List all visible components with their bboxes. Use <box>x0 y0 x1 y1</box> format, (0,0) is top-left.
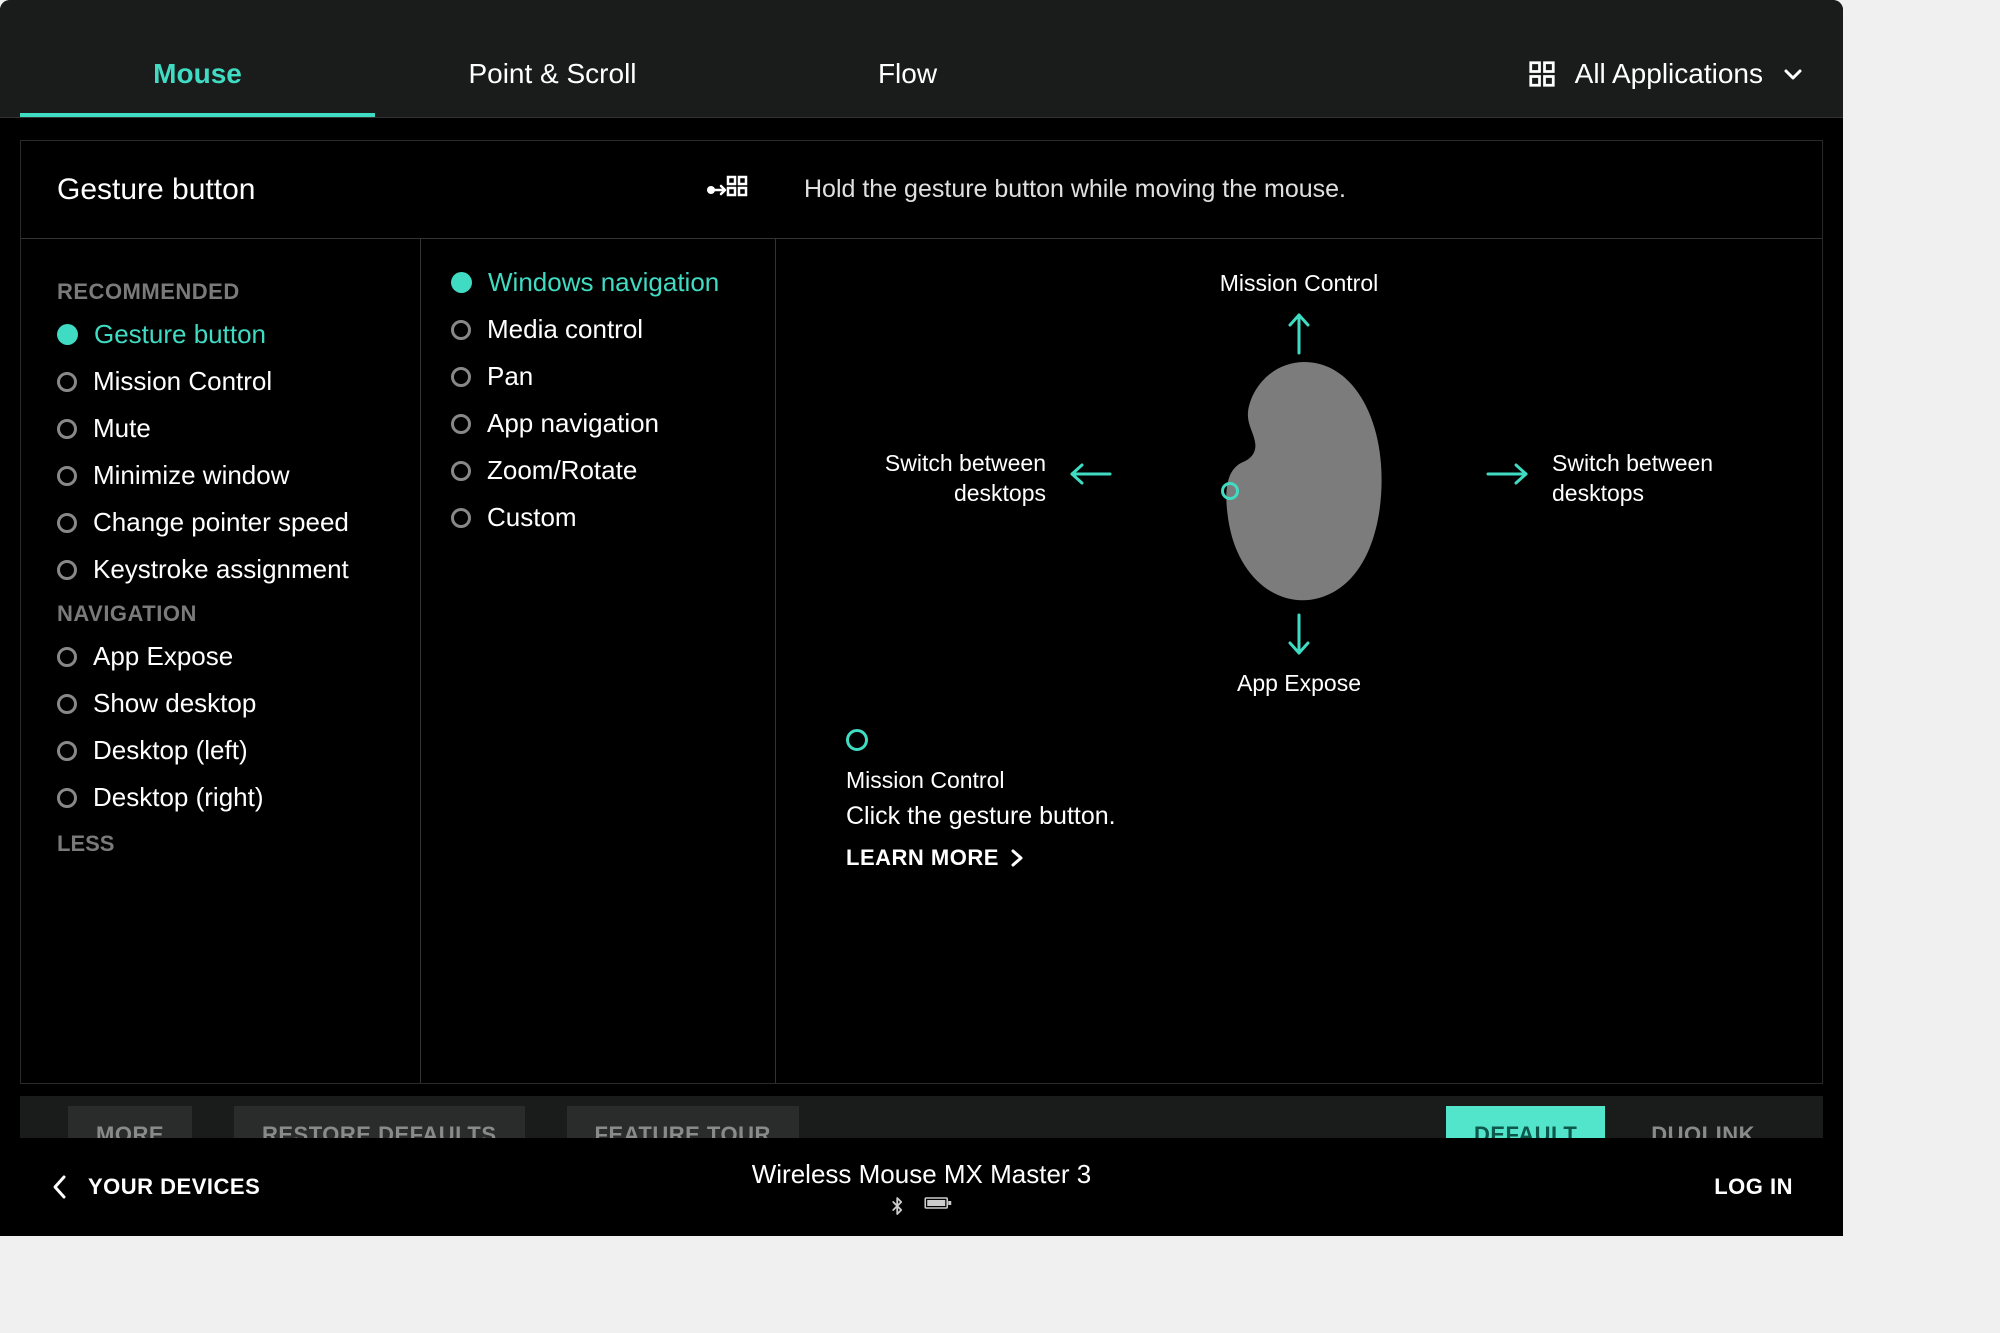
action-mute[interactable]: Mute <box>57 413 420 444</box>
top-tab-bar: Mouse Point & Scroll Flow All Applicatio… <box>0 0 1843 118</box>
radio-icon <box>57 513 77 533</box>
app-switcher-dropdown[interactable]: All Applications <box>1527 28 1823 90</box>
action-desktop-left[interactable]: Desktop (left) <box>57 735 420 766</box>
arrow-right-icon <box>1486 461 1530 487</box>
action-mission-control[interactable]: Mission Control <box>57 366 420 397</box>
preset-media-control[interactable]: Media control <box>451 314 775 345</box>
gesture-diagram-column: Mission Control App Expose Switch betwee… <box>776 239 1822 1083</box>
gesture-up-label[interactable]: Mission Control <box>1220 269 1379 299</box>
action-label: App Expose <box>93 641 233 672</box>
action-label: Desktop (left) <box>93 735 248 766</box>
tab-list: Mouse Point & Scroll Flow <box>20 0 1085 117</box>
gesture-down-label[interactable]: App Expose <box>1237 669 1361 699</box>
tab-point-scroll[interactable]: Point & Scroll <box>375 35 730 117</box>
action-gesture-button[interactable]: Gesture button <box>57 319 420 350</box>
group-label-recommended: RECOMMENDED <box>57 279 420 305</box>
radio-icon <box>57 324 78 345</box>
preset-custom[interactable]: Custom <box>451 502 775 533</box>
action-label: Change pointer speed <box>93 507 349 538</box>
tab-flow[interactable]: Flow <box>730 35 1085 117</box>
bluetooth-icon <box>891 1196 905 1216</box>
click-action-label[interactable]: Mission Control <box>846 767 1116 794</box>
footer-bar: YOUR DEVICES Wireless Mouse MX Master 3 … <box>0 1138 1843 1236</box>
learn-more-link[interactable]: LEARN MORE <box>846 845 1116 871</box>
preset-label: Custom <box>487 502 577 533</box>
action-desktop-right[interactable]: Desktop (right) <box>57 782 420 813</box>
action-change-pointer-speed[interactable]: Change pointer speed <box>57 507 420 538</box>
radio-icon <box>57 647 77 667</box>
chevron-right-icon <box>1009 848 1025 868</box>
preset-zoom-rotate[interactable]: Zoom/Rotate <box>451 455 775 486</box>
action-keystroke-assignment[interactable]: Keystroke assignment <box>57 554 420 585</box>
arrow-left-icon <box>1068 461 1112 487</box>
chevron-down-icon <box>1781 62 1805 86</box>
back-label: YOUR DEVICES <box>88 1174 260 1200</box>
preset-app-navigation[interactable]: App navigation <box>451 408 775 439</box>
app-window: Mouse Point & Scroll Flow All Applicatio… <box>0 0 1843 1236</box>
action-label: Mission Control <box>93 366 272 397</box>
action-label: Gesture button <box>94 319 266 350</box>
action-label: Desktop (right) <box>93 782 264 813</box>
preset-pan[interactable]: Pan <box>451 361 775 392</box>
preset-label: Pan <box>487 361 533 392</box>
radio-icon <box>451 320 471 340</box>
action-app-expose[interactable]: App Expose <box>57 641 420 672</box>
radio-icon <box>57 694 77 714</box>
tab-mouse[interactable]: Mouse <box>20 35 375 117</box>
login-button[interactable]: LOG IN <box>1714 1174 1793 1200</box>
preset-windows-navigation[interactable]: Windows navigation <box>451 267 775 298</box>
preset-label: App navigation <box>487 408 659 439</box>
radio-icon <box>57 466 77 486</box>
group-label-navigation: NAVIGATION <box>57 601 420 627</box>
main-panel: Gesture button Hold the gesture button w… <box>20 140 1823 1084</box>
click-indicator-icon <box>846 729 868 751</box>
radio-icon <box>451 272 472 293</box>
preset-label: Zoom/Rotate <box>487 455 637 486</box>
action-label: Minimize window <box>93 460 290 491</box>
learn-more-label: LEARN MORE <box>846 845 999 871</box>
mouse-silhouette-icon <box>1209 354 1389 604</box>
click-action-info: Mission Control Click the gesture button… <box>846 729 1116 871</box>
radio-icon <box>57 372 77 392</box>
radio-icon <box>57 741 77 761</box>
gesture-right-label[interactable]: Switch between desktops <box>1552 449 1782 509</box>
back-to-devices-button[interactable]: YOUR DEVICES <box>50 1173 260 1201</box>
apps-grid-icon <box>1527 59 1557 89</box>
radio-icon <box>451 508 471 528</box>
action-minimize-window[interactable]: Minimize window <box>57 460 420 491</box>
radio-icon <box>57 788 77 808</box>
gesture-left-label[interactable]: Switch between desktops <box>816 449 1046 509</box>
device-name: Wireless Mouse MX Master 3 <box>752 1159 1092 1190</box>
gesture-preset-column: Windows navigation Media control Pan App… <box>421 239 776 1083</box>
preset-label: Windows navigation <box>488 267 719 298</box>
radio-icon <box>57 560 77 580</box>
radio-icon <box>451 367 471 387</box>
device-info: Wireless Mouse MX Master 3 <box>752 1159 1092 1216</box>
arrow-up-icon <box>1286 311 1312 355</box>
click-action-description: Click the gesture button. <box>846 802 1116 831</box>
panel-title: Gesture button <box>57 173 255 207</box>
action-label: Mute <box>93 413 151 444</box>
radio-icon <box>451 461 471 481</box>
gesture-diagram: Mission Control App Expose Switch betwee… <box>816 269 1782 699</box>
gesture-assign-icon <box>704 173 748 207</box>
less-toggle[interactable]: LESS <box>57 831 420 857</box>
action-label: Keystroke assignment <box>93 554 349 585</box>
app-switcher-label: All Applications <box>1575 58 1763 90</box>
arrow-down-icon <box>1286 613 1312 657</box>
action-label: Show desktop <box>93 688 256 719</box>
panel-body: RECOMMENDED Gesture button Mission Contr… <box>21 239 1822 1083</box>
radio-icon <box>451 414 471 434</box>
thumb-button-indicator-icon <box>1221 482 1239 500</box>
chevron-left-icon <box>50 1173 68 1201</box>
preset-label: Media control <box>487 314 643 345</box>
panel-subtitle: Hold the gesture button while moving the… <box>776 175 1822 204</box>
action-list-column: RECOMMENDED Gesture button Mission Contr… <box>21 239 421 1083</box>
radio-icon <box>57 419 77 439</box>
action-show-desktop[interactable]: Show desktop <box>57 688 420 719</box>
panel-header: Gesture button Hold the gesture button w… <box>21 141 1822 239</box>
battery-icon <box>925 1196 953 1216</box>
